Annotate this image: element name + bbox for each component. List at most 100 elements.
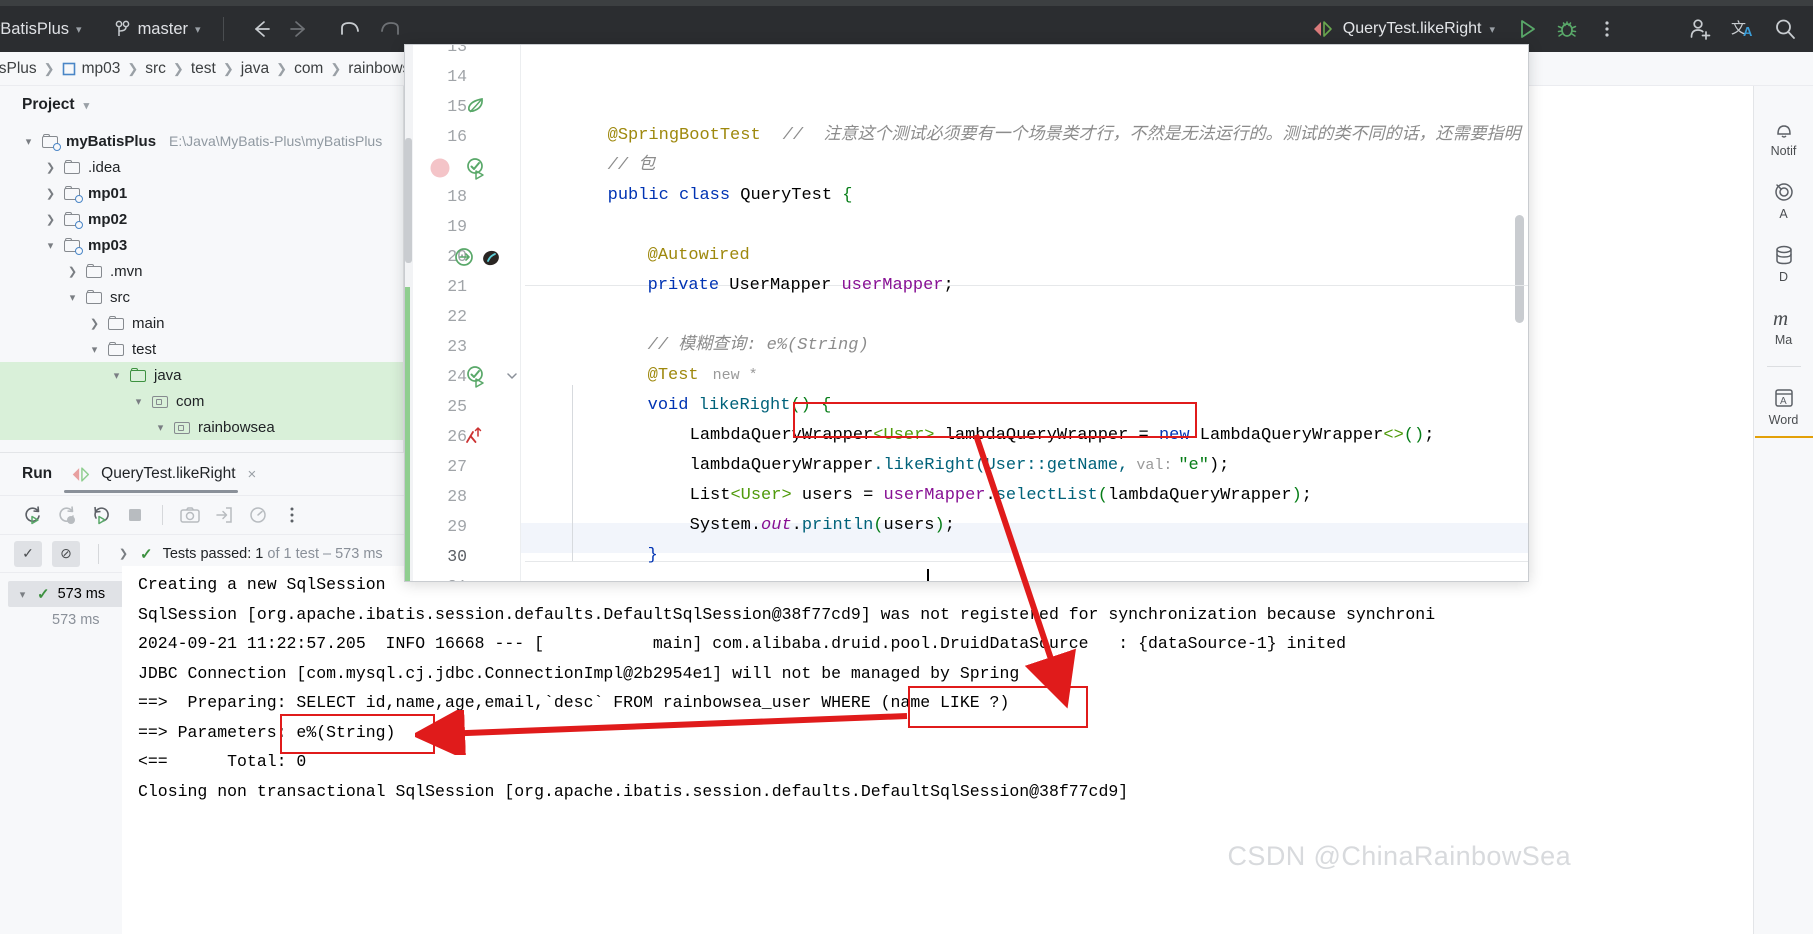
console-output[interactable]: Creating a new SqlSession SqlSession [or…: [122, 566, 1813, 934]
folder-icon: [108, 315, 125, 331]
breadcrumb-item-2[interactable]: src: [145, 60, 166, 78]
tree-node-idea[interactable]: ❯ .idea: [0, 154, 403, 180]
run-configuration-selector[interactable]: QueryTest.likeRight ▾: [1311, 20, 1495, 38]
show-passed-toggle[interactable]: ✓: [14, 540, 42, 567]
chevron-down-icon[interactable]: ▾: [88, 343, 101, 356]
breadcrumb-item-0[interactable]: tisPlus: [0, 60, 37, 78]
chevron-down-icon[interactable]: ▾: [22, 135, 35, 148]
undo-icon[interactable]: [332, 12, 370, 46]
check-icon: ✓: [140, 545, 153, 563]
more-vertical-icon[interactable]: [1589, 12, 1625, 46]
editor-line-number: 28: [447, 487, 467, 506]
run-config-label: QueryTest.likeRight: [1342, 20, 1482, 37]
editor-scrollbar-thumb[interactable]: [405, 138, 412, 263]
tree-node-mp03[interactable]: ▾ mp03: [0, 232, 403, 258]
chevron-right-icon[interactable]: ❯: [88, 317, 101, 330]
breadcrumb-separator: ❯: [222, 60, 234, 76]
back-arrow-icon[interactable]: [242, 12, 280, 46]
module-folder-icon: [64, 237, 83, 255]
chevron-right-icon[interactable]: ❯: [66, 265, 79, 278]
export-icon[interactable]: [209, 500, 239, 530]
console-line: Closing non transactional SqlSession [or…: [138, 781, 1129, 801]
breadcrumb-item-3[interactable]: test: [191, 60, 216, 78]
tree-node-label: mp02: [88, 210, 128, 228]
chevron-right-icon[interactable]: ❯: [44, 187, 57, 200]
sidebar-item-notifications[interactable]: Notif: [1755, 108, 1813, 167]
redo-icon[interactable]: [370, 12, 408, 46]
editor-code-area[interactable]: @SpringBootTest// 注意这个测试必须要有一个场景类才行，不然是无…: [520, 45, 1528, 581]
tree-node-test[interactable]: ▾ test: [0, 336, 403, 362]
chevron-right-icon[interactable]: ❯: [117, 547, 130, 560]
project-selector[interactable]: yBatisPlus ▾: [0, 20, 88, 39]
editor-line-number: 18: [447, 187, 467, 206]
chevron-right-icon[interactable]: ❯: [44, 213, 57, 226]
breadcrumb-item-4[interactable]: java: [241, 60, 269, 78]
breadcrumb-item-1[interactable]: mp03: [62, 60, 120, 78]
word-icon: A: [1772, 386, 1796, 410]
tree-node-label: myBatisPlus: [66, 132, 157, 150]
svg-text:m: m: [1773, 306, 1788, 330]
tests-passed-suffix: of 1 test – 573 ms: [267, 545, 383, 562]
breadcrumb-item-5[interactable]: com: [294, 60, 323, 78]
right-tool-sidebar: Notif A D m Ma A Word: [1753, 86, 1813, 934]
close-icon[interactable]: ×: [248, 466, 257, 483]
show-ignored-toggle[interactable]: ⊘: [52, 540, 80, 567]
module-folder-icon: [64, 211, 83, 229]
chevron-down-icon[interactable]: ▾: [44, 239, 57, 252]
chevron-down-icon[interactable]: ▾: [16, 588, 29, 601]
tree-node-java[interactable]: ▾ java: [0, 362, 403, 388]
add-user-icon[interactable]: [1683, 12, 1719, 46]
rerun-auto-icon[interactable]: [86, 500, 116, 530]
tree-node-rainbowsea[interactable]: ▾ rainbowsea: [0, 414, 403, 440]
folder-icon: [86, 263, 103, 279]
rerun-icon[interactable]: [18, 500, 48, 530]
tree-node-mp01[interactable]: ❯ mp01: [0, 180, 403, 206]
database-icon: [1772, 243, 1796, 267]
sidebar-item-database[interactable]: D: [1755, 234, 1813, 293]
run-test-method-icon[interactable]: [465, 365, 509, 393]
forward-arrow-icon[interactable]: [280, 12, 318, 46]
console-line: ==> Preparing: SELECT id,name,age,email,…: [138, 693, 1010, 712]
tests-passed-label: Tests passed:: [162, 545, 252, 562]
tree-node-label: .idea: [88, 158, 121, 176]
editor-line-number: 21: [447, 277, 467, 296]
editor-line-number: 22: [447, 307, 467, 326]
tree-node-main[interactable]: ❯ main: [0, 310, 403, 336]
chevron-down-icon[interactable]: ▾: [110, 369, 123, 382]
chevron-down-icon[interactable]: ▾: [132, 395, 145, 408]
project-panel-header[interactable]: Project ▾: [0, 86, 403, 124]
sidebar-item-word[interactable]: A Word: [1754, 377, 1813, 438]
lambda-icon[interactable]: [463, 425, 507, 453]
run-icon[interactable]: [1509, 12, 1545, 46]
translate-icon[interactable]: 文A: [1725, 12, 1761, 46]
tree-node-label: mp03: [88, 236, 128, 254]
tree-node-mvn[interactable]: ❯ .mvn: [0, 258, 403, 284]
chevron-down-icon[interactable]: ▾: [154, 421, 167, 434]
tree-node-mp02[interactable]: ❯ mp02: [0, 206, 403, 232]
debug-icon[interactable]: [1549, 12, 1585, 46]
search-icon[interactable]: [1767, 12, 1803, 46]
chevron-down-icon[interactable]: ▾: [84, 99, 90, 112]
tree-node-src[interactable]: ▾ src: [0, 284, 403, 310]
tree-node-com[interactable]: ▾ com: [0, 388, 403, 414]
tree-node-mybatisplus[interactable]: ▾ myBatisPlus E:\Java\MyBatis-Plus\myBat…: [0, 128, 403, 154]
run-tab-querytest-likeright[interactable]: QueryTest.likeRight ×: [64, 453, 257, 495]
bean-icon[interactable]: [479, 245, 523, 273]
branch-selector[interactable]: master ▾: [114, 20, 201, 39]
chevron-down-icon: ▾: [76, 23, 82, 36]
chevron-right-icon[interactable]: ❯: [44, 161, 57, 174]
run-class-icon[interactable]: [465, 157, 509, 185]
screenshot-icon[interactable]: [175, 500, 205, 530]
sidebar-item-ai-assistant[interactable]: A: [1755, 171, 1813, 230]
sidebar-item-maven[interactable]: m Ma: [1755, 297, 1813, 356]
test-tree-row-root[interactable]: ▾ ✓ 573 ms: [8, 581, 136, 607]
branch-name-label: master: [137, 19, 188, 38]
profile-icon[interactable]: [243, 500, 273, 530]
sidebar-divider: [1766, 366, 1801, 367]
breadcrumb-separator: ❯: [127, 60, 139, 76]
test-duration-label: 573 ms: [52, 612, 100, 628]
chevron-down-icon[interactable]: ▾: [66, 291, 79, 304]
code-editor[interactable]: 13 14 15 16 18 19 20 21 22 23 24 25 26 2…: [404, 44, 1529, 582]
spring-leaf-icon[interactable]: [465, 95, 509, 123]
more-vertical-icon[interactable]: [277, 500, 307, 530]
